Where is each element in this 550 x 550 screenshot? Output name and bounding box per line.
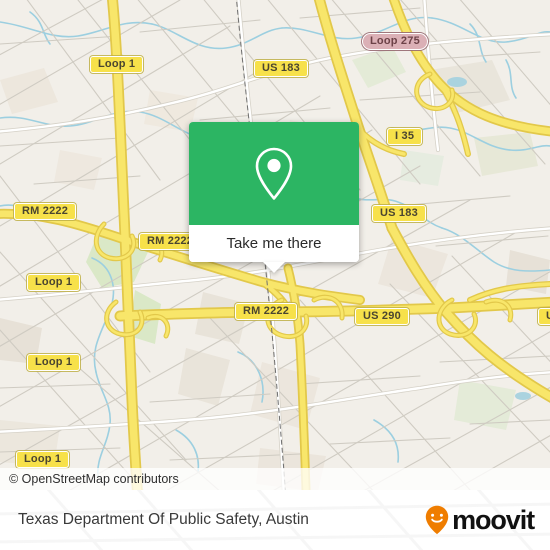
road-shield-i-35: I 35 [387,128,423,145]
road-shield-us-183-north: US 183 [254,60,308,77]
map-attribution-bar: © OpenStreetMap contributors [0,468,550,490]
moovit-smiley-pin-icon [425,505,449,535]
popup-action-button[interactable]: Take me there [189,225,359,262]
osm-attribution-text: © OpenStreetMap contributors [9,472,179,486]
road-shield-loop-1-mid-lower: Loop 1 [27,354,81,371]
map-screenshot-page: Loop 1 US 183 Loop 275 I 35 RM 2222 US 1… [0,0,550,550]
road-shield-us-183-east: US 183 [372,205,426,222]
road-shield-loop-1-south: Loop 1 [16,451,70,468]
popup-header [189,122,359,225]
moovit-wordmark: moovit [452,504,535,535]
moovit-logo[interactable]: moovit [425,504,535,535]
footer-bar: Texas Department Of Public Safety, Austi… [0,490,550,550]
road-shield-loop-1-mid-upper: Loop 1 [27,274,81,291]
road-shield-rm-2222-south: RM 2222 [235,303,298,320]
map-pin-icon [255,147,293,200]
map-canvas[interactable]: Loop 1 US 183 Loop 275 I 35 RM 2222 US 1… [0,0,550,490]
popup-pointer-tail [263,262,285,273]
road-shield-loop-1-north: Loop 1 [90,56,144,73]
place-title: Texas Department Of Public Safety, Austi… [18,511,309,528]
popup-action-label: Take me there [226,235,322,252]
location-popup-card[interactable]: Take me there [189,122,359,273]
road-shield-rm-2222-west: RM 2222 [14,203,77,220]
road-shield-us-290: US 290 [355,308,409,325]
road-shield-loop-275: Loop 275 [362,33,428,50]
road-shield-edge-partial: U [538,308,550,325]
